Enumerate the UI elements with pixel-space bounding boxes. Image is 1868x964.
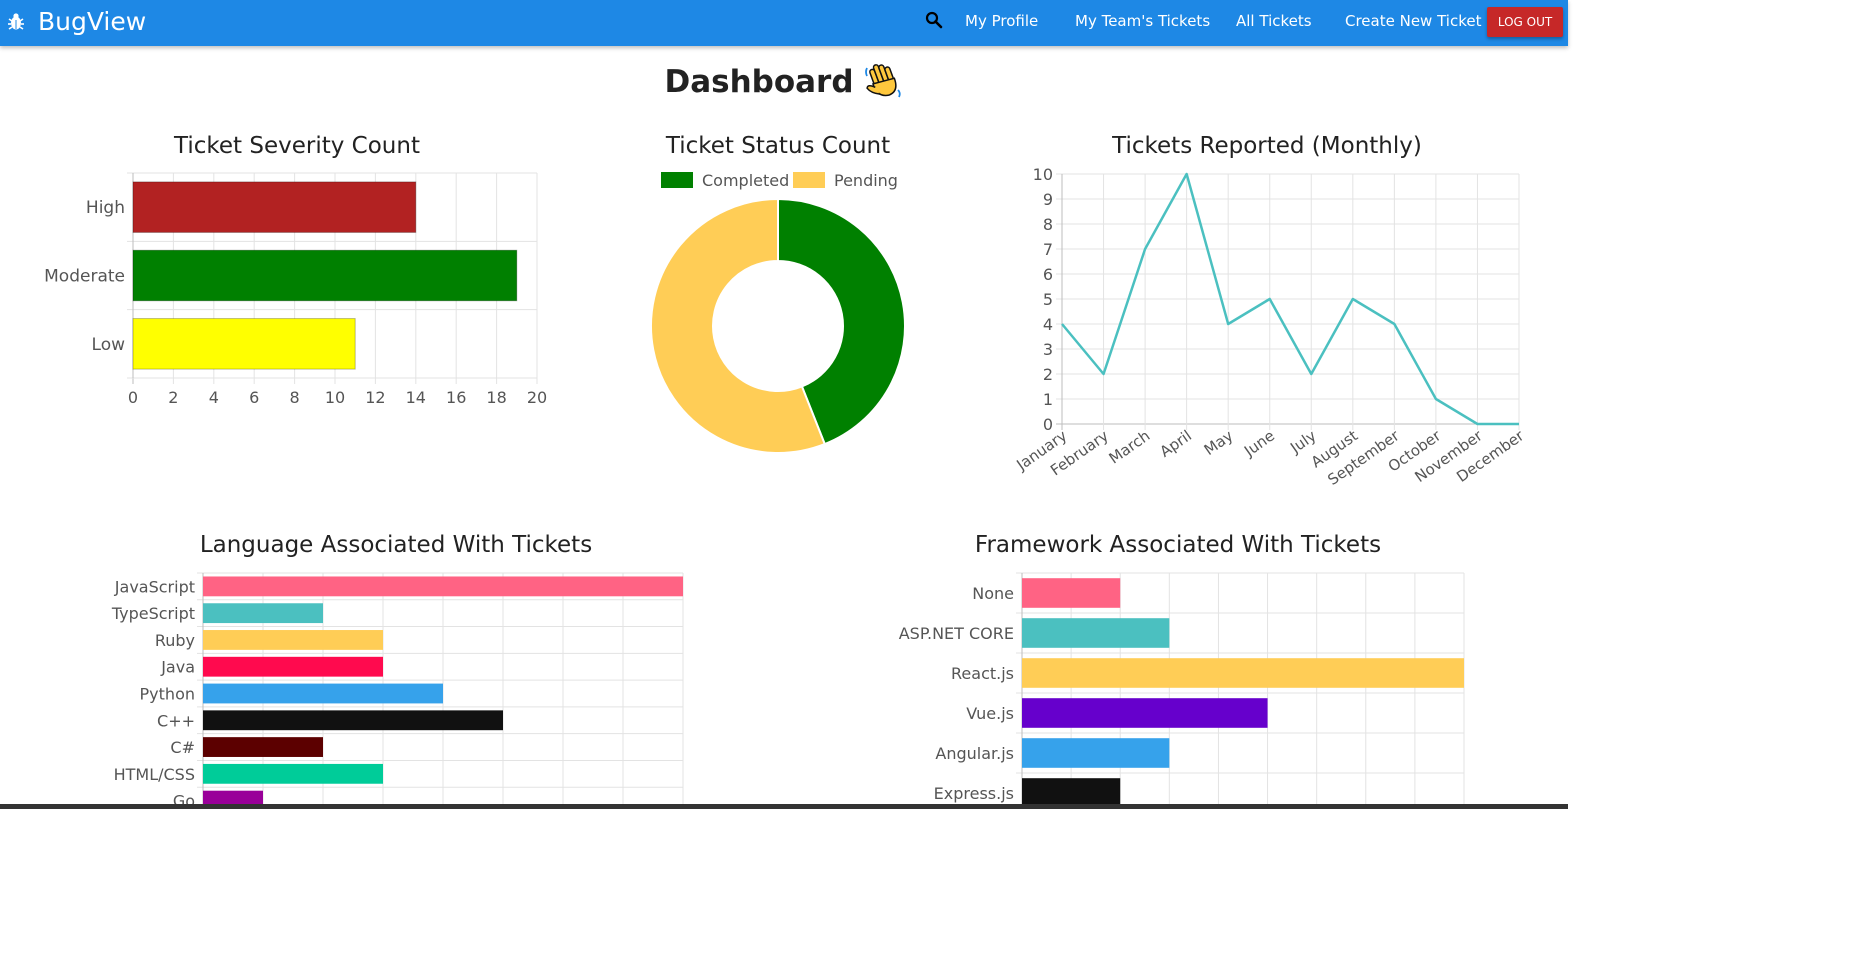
bar-asp-net-core [1022, 618, 1170, 648]
y-tick-label: 3 [1043, 340, 1053, 359]
y-tick-label: None [972, 584, 1014, 603]
y-tick-label: Vue.js [966, 704, 1014, 723]
y-tick-label: 7 [1043, 240, 1053, 259]
y-tick-label: JavaScript [114, 577, 195, 596]
bar-typescript [203, 603, 323, 624]
y-tick-label: 8 [1043, 215, 1053, 234]
x-tick-label: April [1157, 427, 1195, 461]
y-tick-label: 10 [1033, 165, 1053, 184]
x-tick-label: March [1106, 427, 1154, 468]
y-tick-label: Low [92, 335, 126, 355]
x-tick-label: 16 [446, 388, 466, 407]
y-tick-label: HTML/CSS [114, 765, 195, 784]
x-tick-label: 6 [249, 388, 259, 407]
window-bottom-edge [0, 804, 1568, 809]
x-tick-label: 12 [365, 388, 385, 407]
x-tick-label: 8 [290, 388, 300, 407]
y-tick-label: Ruby [155, 631, 195, 650]
y-tick-label: 1 [1043, 390, 1053, 409]
x-tick-label: 0 [128, 388, 138, 407]
x-tick-label: 18 [486, 388, 506, 407]
x-tick-label: 20 [527, 388, 547, 407]
x-tick-label: 10 [325, 388, 345, 407]
bar-c- [203, 710, 503, 731]
x-tick-label: 2 [168, 388, 178, 407]
y-tick-label: C# [170, 738, 195, 757]
x-tick-label: June [1240, 427, 1278, 461]
legend-swatch-pending [793, 172, 825, 188]
bar-angular-js [1022, 738, 1170, 768]
y-tick-label: Java [160, 658, 195, 677]
y-tick-label: 0 [1043, 415, 1053, 434]
y-tick-label: React.js [951, 664, 1014, 683]
y-tick-label: TypeScript [111, 604, 195, 623]
bar-react-js [1022, 658, 1464, 688]
bar-high [132, 181, 417, 233]
x-tick-label: 14 [406, 388, 426, 407]
y-tick-label: 9 [1043, 190, 1053, 209]
y-tick-label: 5 [1043, 290, 1053, 309]
dashboard-charts: 0 2 4 6 8 10 12 14 16 18 20HighModerateLowComplete… [44, 165, 1528, 809]
legend-label: Pending [834, 171, 898, 190]
y-tick-label: Python [140, 685, 195, 704]
y-tick-label: 6 [1043, 265, 1053, 284]
y-tick-label: High [86, 198, 125, 218]
bar-low [132, 318, 356, 370]
bar-none [1022, 578, 1121, 608]
bar-ruby [203, 630, 383, 650]
bar-c- [203, 737, 323, 757]
y-tick-label: 4 [1043, 315, 1053, 334]
legend-swatch-completed [661, 172, 693, 188]
bar-javascript [203, 576, 683, 597]
bar-java [203, 656, 383, 677]
y-tick-label: Angular.js [935, 744, 1014, 763]
legend-label: Completed [702, 171, 789, 190]
y-tick-label: ASP.NET CORE [899, 624, 1014, 643]
y-tick-label: C++ [157, 711, 195, 730]
bar-moderate [132, 249, 518, 302]
bar-html-css [203, 763, 383, 784]
x-tick-label: 4 [209, 388, 219, 407]
y-tick-label: 2 [1043, 365, 1053, 384]
bar-python [203, 683, 443, 704]
bar-vue-js [1022, 698, 1268, 728]
y-tick-label: Moderate [44, 267, 125, 287]
y-tick-label: Express.js [934, 784, 1014, 803]
x-tick-label: May [1201, 426, 1237, 459]
